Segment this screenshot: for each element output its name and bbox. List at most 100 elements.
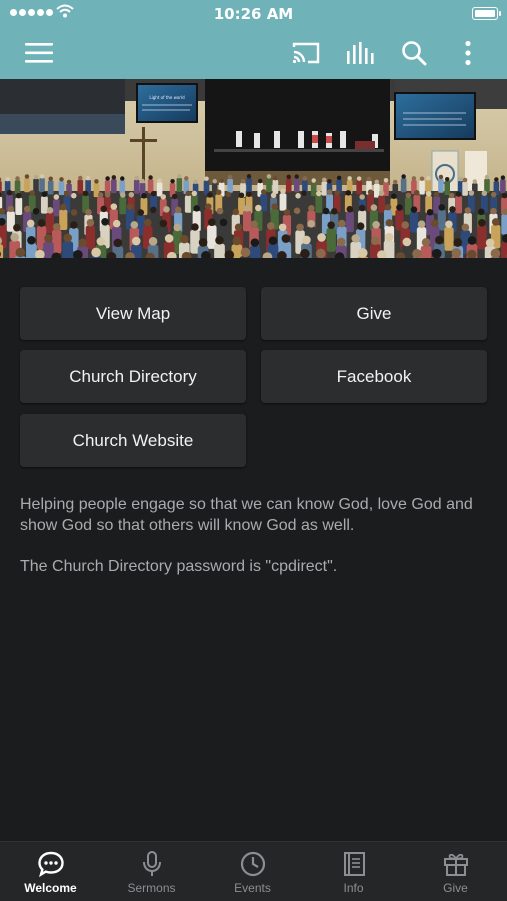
- congregant-body: [378, 195, 385, 212]
- tab-welcome-label: Welcome: [24, 881, 76, 895]
- congregant-body: [501, 242, 507, 258]
- congregant-body: [401, 178, 407, 192]
- congregant-head: [393, 180, 397, 184]
- church-website-button[interactable]: Church Website: [20, 414, 246, 467]
- congregant-body: [294, 178, 300, 192]
- congregant-head: [184, 176, 188, 180]
- congregant-head: [101, 206, 108, 213]
- congregant-head: [273, 176, 277, 180]
- congregant-head: [302, 236, 311, 245]
- hero-screen-text: Light of the world: [149, 95, 185, 100]
- congregant-head: [284, 209, 291, 216]
- congregant-body: [157, 182, 163, 196]
- congregant-body: [356, 180, 362, 194]
- congregant-head: [501, 175, 505, 179]
- congregant-head: [280, 189, 286, 195]
- congregant-head: [401, 221, 409, 229]
- congregant-head: [105, 176, 109, 180]
- congregant-head: [445, 220, 453, 228]
- congregant-body: [24, 178, 30, 192]
- congregant-head: [148, 175, 152, 179]
- congregant-head: [151, 191, 157, 197]
- congregant-head: [149, 237, 158, 246]
- congregant-body: [311, 182, 317, 196]
- congregant-head: [78, 176, 82, 180]
- congregant-head: [241, 248, 251, 258]
- facebook-button[interactable]: Facebook: [261, 350, 487, 403]
- menu-icon[interactable]: [22, 36, 56, 70]
- congregant-head: [94, 179, 98, 183]
- audio-bars-icon[interactable]: [343, 36, 377, 70]
- congregant-head: [163, 206, 170, 213]
- congregant-head: [233, 237, 242, 246]
- congregant-body: [444, 227, 453, 251]
- congregant-head: [246, 191, 252, 197]
- congregant-head: [478, 219, 486, 227]
- give-button[interactable]: Give: [261, 287, 487, 340]
- congregant-head: [105, 192, 111, 198]
- congregant-body: [246, 178, 252, 192]
- congregant-head: [86, 176, 90, 180]
- congregant-head: [439, 175, 443, 179]
- congregant-head: [199, 238, 208, 247]
- congregant-head: [491, 249, 501, 258]
- congregant-head: [426, 176, 430, 180]
- congregant-head: [418, 220, 426, 228]
- congregant-head: [34, 175, 38, 179]
- tab-give-label: Give: [443, 881, 468, 895]
- congregant-head: [379, 191, 385, 197]
- congregant-head: [439, 204, 446, 211]
- congregant-head: [492, 218, 500, 226]
- tab-sermons[interactable]: Sermons: [101, 842, 202, 901]
- congregant-head: [217, 208, 224, 215]
- status-time: 10:26 AM: [0, 5, 507, 23]
- congregant-head: [226, 192, 232, 198]
- congregant-head: [241, 179, 245, 183]
- tab-info[interactable]: Info: [303, 842, 404, 901]
- search-icon[interactable]: [397, 36, 431, 70]
- congregant-head: [204, 176, 208, 180]
- congregant-body: [39, 178, 45, 192]
- congregant-body: [119, 180, 125, 194]
- congregant-body: [421, 246, 432, 258]
- congregant-head: [491, 192, 497, 198]
- congregant-head: [357, 176, 361, 180]
- congregant-head: [255, 205, 262, 212]
- congregant-head: [71, 193, 77, 199]
- view-map-button[interactable]: View Map: [20, 287, 246, 340]
- congregant-head: [16, 193, 22, 199]
- congregant-head: [334, 190, 340, 196]
- congregant-head: [215, 236, 224, 245]
- congregant-head: [91, 248, 101, 258]
- congregant-head: [98, 192, 104, 198]
- congregant-head: [459, 177, 463, 181]
- congregant-body: [455, 196, 462, 213]
- congregant-head: [112, 175, 116, 179]
- congregant-head: [150, 207, 157, 214]
- congregant-body: [500, 179, 506, 193]
- hero-image: Light of the world: [0, 79, 507, 258]
- congregant-head: [385, 233, 394, 242]
- cast-icon[interactable]: [289, 36, 323, 70]
- congregant-head: [208, 218, 216, 226]
- tab-events[interactable]: Events: [202, 842, 303, 901]
- congregant-head: [465, 207, 472, 214]
- congregant-head: [239, 193, 245, 199]
- congregant-head: [358, 248, 368, 258]
- congregant-head: [279, 224, 287, 232]
- congregant-head: [434, 192, 440, 198]
- congregant-head: [161, 194, 167, 200]
- congregant-head: [295, 193, 301, 199]
- tab-give[interactable]: Give: [404, 842, 507, 901]
- congregant-head: [87, 219, 95, 227]
- church-directory-button[interactable]: Church Directory: [20, 350, 246, 403]
- more-vertical-icon[interactable]: [451, 36, 485, 70]
- tab-welcome[interactable]: Welcome: [0, 842, 101, 901]
- congregant-head: [384, 178, 388, 182]
- congregant-head: [261, 189, 267, 195]
- congregant-head: [212, 179, 216, 183]
- congregant-body: [395, 210, 403, 230]
- congregant-head: [337, 176, 341, 180]
- congregant-head: [129, 192, 135, 198]
- congregant-head: [371, 236, 380, 245]
